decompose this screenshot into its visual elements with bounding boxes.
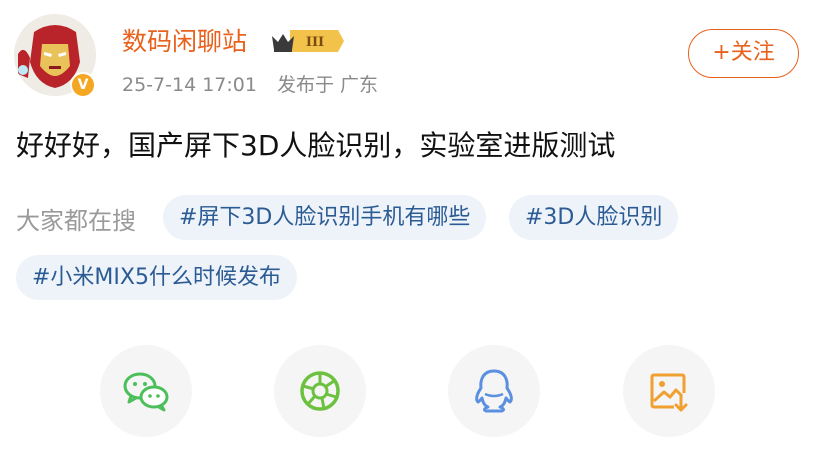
save-image-button[interactable] (623, 345, 715, 437)
trending-tag-2[interactable]: #3D人脸识别 (509, 195, 679, 240)
timestamp: 25-7-14 17:01 (122, 74, 257, 96)
moments-icon (300, 371, 340, 411)
save-image-icon (650, 373, 688, 412)
trending-tag-1[interactable]: #屏下3D人脸识别手机有哪些 (163, 195, 487, 240)
wechat-icon (123, 372, 169, 412)
post-meta: 25-7-14 17:01 发布于 广东 (122, 70, 392, 97)
rank-badge-text: III (306, 35, 324, 50)
username[interactable]: 数码闲聊站 (122, 22, 247, 58)
share-moments-button[interactable] (274, 345, 366, 437)
trending-search-label: 大家都在搜 (16, 207, 136, 235)
post-text: 好好好，国产屏下3D人脸识别，实验室进版测试 (16, 129, 616, 162)
share-wechat-button[interactable] (100, 345, 192, 437)
trending-tag-3[interactable]: #小米MIX5什么时候发布 (16, 255, 297, 300)
follow-button[interactable]: +关注 (688, 29, 799, 78)
qq-icon (475, 369, 513, 413)
verified-badge-icon: V (70, 72, 96, 98)
location: 发布于 广东 (277, 74, 379, 96)
rank-badge-icon: III (272, 30, 344, 52)
share-qq-button[interactable] (448, 345, 540, 437)
